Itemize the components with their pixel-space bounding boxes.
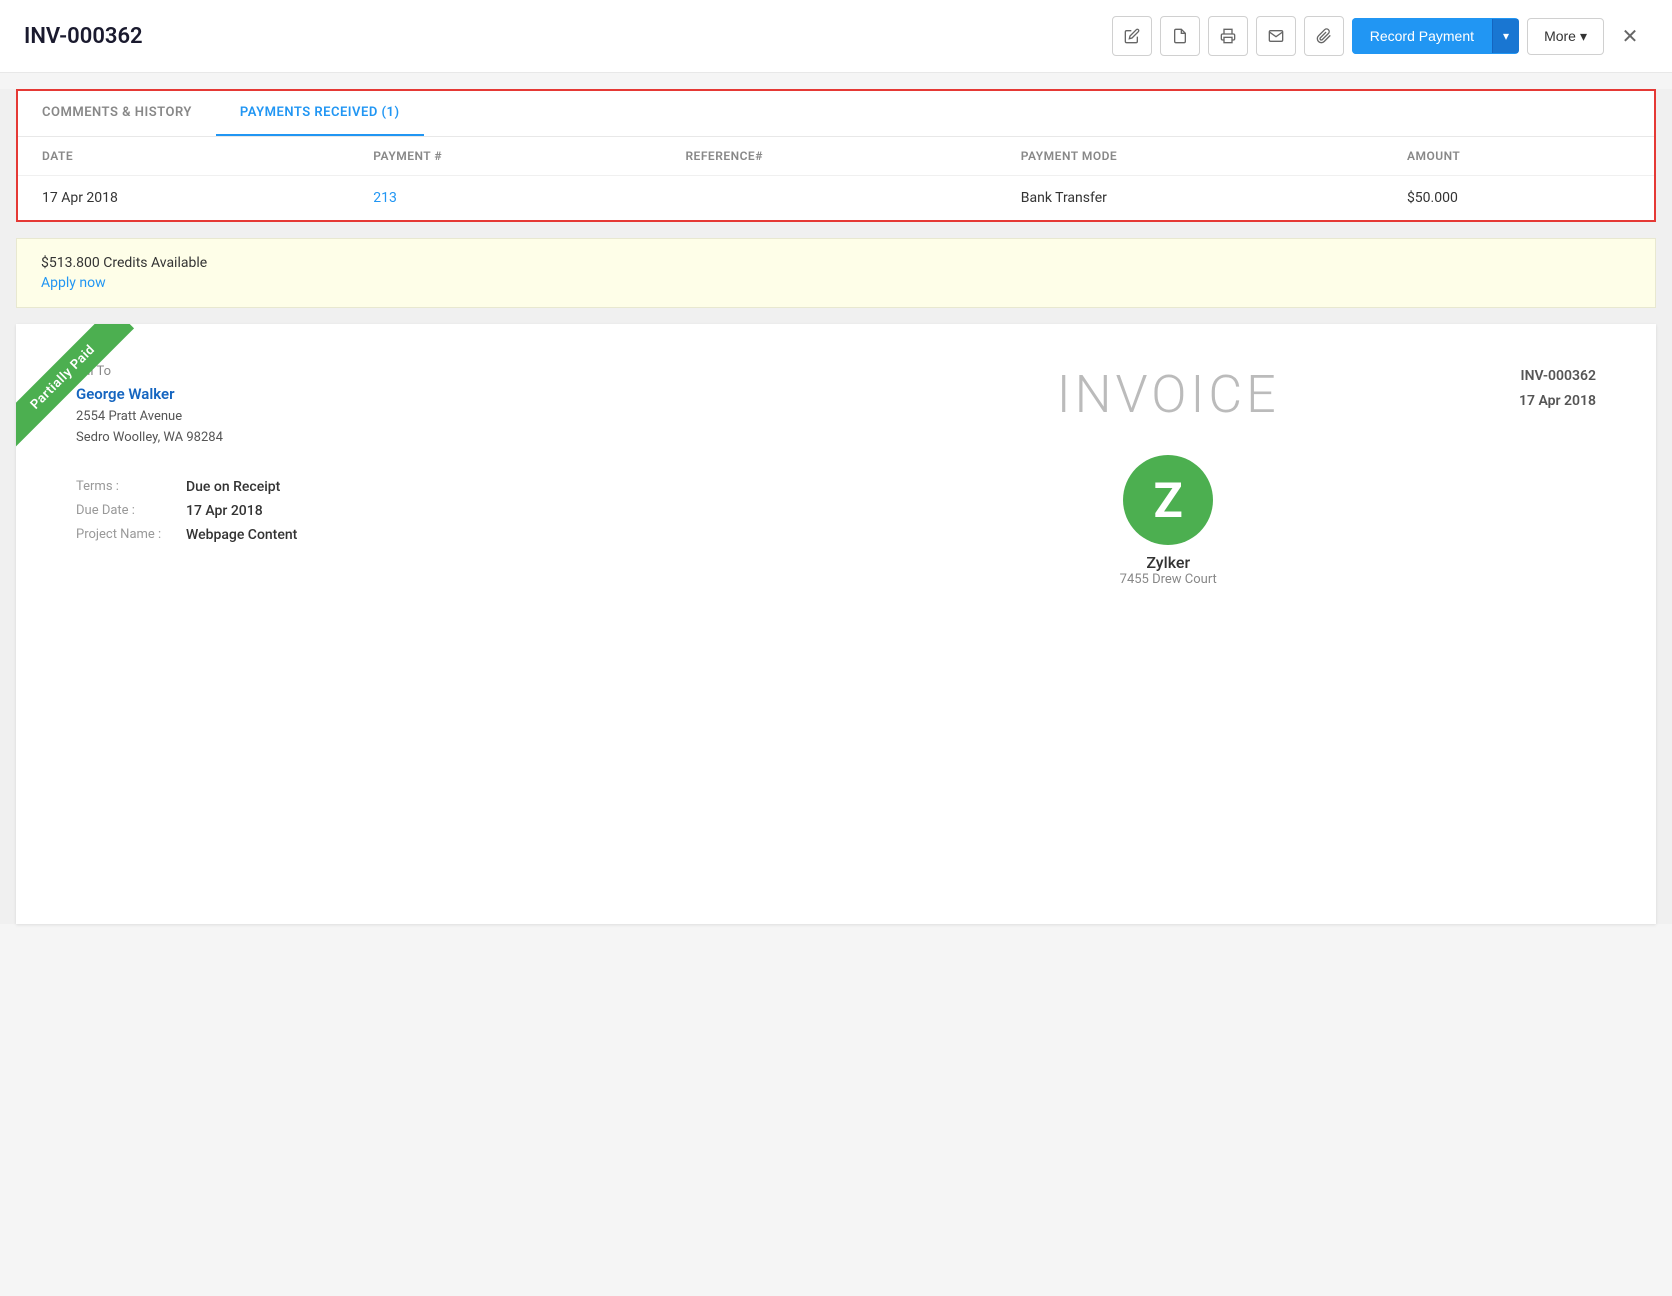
project-row: Project Name : Webpage Content	[76, 527, 777, 543]
due-date-value: 17 Apr 2018	[186, 503, 263, 519]
company-initial: Z	[1154, 472, 1183, 529]
payments-table: DATE PAYMENT # REFERENCE# PAYMENT MODE A…	[18, 137, 1654, 220]
payment-amount: $50.000	[1383, 176, 1654, 221]
col-date: DATE	[18, 137, 349, 176]
print-icon	[1220, 28, 1236, 44]
chevron-down-icon: ▾	[1503, 29, 1509, 43]
pdf-button[interactable]	[1160, 16, 1200, 56]
close-button[interactable]: ✕	[1612, 18, 1648, 54]
due-date-label: Due Date :	[76, 503, 186, 518]
address-line1: 2554 Pratt Avenue	[76, 407, 777, 428]
company-name: Zylker	[817, 553, 1518, 572]
company-address: 7455 Drew Court	[817, 572, 1518, 587]
invoice-date-meta: 17 Apr 2018	[1519, 389, 1596, 414]
pdf-icon	[1172, 28, 1188, 44]
terms-row: Terms : Due on Receipt	[76, 479, 777, 495]
email-icon	[1268, 28, 1284, 44]
payment-reference	[661, 176, 996, 221]
bill-to-label: Bill To	[76, 364, 777, 379]
customer-name: George Walker	[76, 385, 777, 403]
more-label: More	[1544, 28, 1576, 44]
address-line2: Sedro Woolley, WA 98284	[76, 428, 777, 449]
record-payment-button-group: Record Payment ▾	[1352, 18, 1519, 54]
close-icon: ✕	[1622, 24, 1639, 49]
tab-payments-received[interactable]: PAYMENTS RECEIVED (1)	[216, 91, 424, 136]
credits-banner: $513.800 Credits Available Apply now	[16, 238, 1656, 308]
bill-to-section: Bill To George Walker 2554 Pratt Avenue …	[76, 364, 777, 449]
payment-date: 17 Apr 2018	[18, 176, 349, 221]
print-button[interactable]	[1208, 16, 1248, 56]
project-label: Project Name :	[76, 527, 186, 542]
invoice-body: Bill To George Walker 2554 Pratt Avenue …	[16, 324, 1656, 667]
project-value: Webpage Content	[186, 527, 297, 543]
invoice-meta: INV-000362 17 Apr 2018	[1519, 364, 1596, 414]
email-button[interactable]	[1256, 16, 1296, 56]
record-payment-dropdown[interactable]: ▾	[1492, 19, 1519, 53]
tab-comments-history[interactable]: COMMENTS & HISTORY	[18, 91, 216, 136]
terms-value: Due on Receipt	[186, 479, 280, 495]
edit-button[interactable]	[1112, 16, 1152, 56]
page-header: INV-000362	[0, 0, 1672, 73]
payment-number: 213	[349, 176, 661, 221]
company-logo: Z	[1123, 455, 1213, 545]
tabs-header: COMMENTS & HISTORY PAYMENTS RECEIVED (1)	[18, 91, 1654, 137]
table-header-row: DATE PAYMENT # REFERENCE# PAYMENT MODE A…	[18, 137, 1654, 176]
tabs-panel: COMMENTS & HISTORY PAYMENTS RECEIVED (1)…	[16, 89, 1656, 222]
due-date-row: Due Date : 17 Apr 2018	[76, 503, 777, 519]
attachment-icon	[1316, 28, 1332, 44]
invoice-number: INV-000362	[24, 24, 143, 49]
payment-link[interactable]: 213	[373, 190, 397, 206]
more-button[interactable]: More ▾	[1527, 18, 1604, 55]
edit-icon	[1124, 28, 1140, 44]
attachment-button[interactable]	[1304, 16, 1344, 56]
record-payment-button[interactable]: Record Payment	[1352, 18, 1492, 54]
payment-mode: Bank Transfer	[997, 176, 1383, 221]
main-content: COMMENTS & HISTORY PAYMENTS RECEIVED (1)…	[0, 89, 1672, 924]
header-actions: Record Payment ▾ More ▾ ✕	[1112, 16, 1648, 56]
credits-text: $513.800 Credits Available	[41, 255, 1631, 271]
invoice-details: Terms : Due on Receipt Due Date : 17 Apr…	[76, 479, 777, 543]
invoice-top-row: Bill To George Walker 2554 Pratt Avenue …	[76, 364, 1596, 587]
table-row: 17 Apr 2018 213 Bank Transfer $50.000	[18, 176, 1654, 221]
invoice-number-meta: INV-000362	[1519, 364, 1596, 389]
invoice-title-section: INVOICE Z Zylker 7455 Drew Court	[817, 364, 1518, 587]
invoice-title: INVOICE	[817, 364, 1518, 425]
chevron-down-icon: ▾	[1580, 28, 1587, 45]
partially-paid-ribbon: Partially Paid	[16, 324, 134, 449]
invoice-left-col: Bill To George Walker 2554 Pratt Avenue …	[76, 364, 817, 551]
col-payment-num: PAYMENT #	[349, 137, 661, 176]
apply-now-link[interactable]: Apply now	[41, 275, 106, 291]
ribbon-wrap: Partially Paid	[16, 324, 176, 484]
invoice-document: Partially Paid Bill To George Walker 255…	[16, 324, 1656, 924]
col-reference: REFERENCE#	[661, 137, 996, 176]
col-amount: AMOUNT	[1383, 137, 1654, 176]
col-payment-mode: PAYMENT MODE	[997, 137, 1383, 176]
